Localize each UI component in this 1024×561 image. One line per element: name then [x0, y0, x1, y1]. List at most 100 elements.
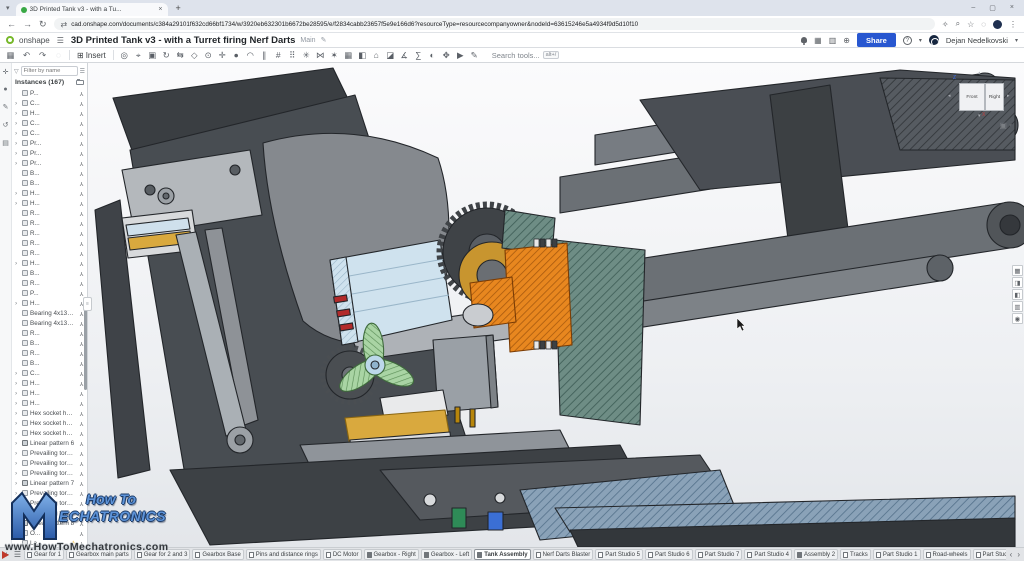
add-tab-button[interactable]: +	[2, 550, 11, 559]
close-button[interactable]: ×	[1010, 4, 1014, 12]
expand-chevron-icon[interactable]	[15, 509, 20, 518]
help-icon[interactable]: ?	[903, 36, 912, 45]
snap-mode-icon[interactable]: #	[272, 50, 285, 60]
transform-icon[interactable]: ✥	[440, 50, 453, 61]
instance-row[interactable]: Pr...	[12, 138, 87, 148]
list-view-icon[interactable]: ☰	[80, 68, 85, 75]
bom-panel-icon[interactable]: ▦	[1012, 265, 1023, 276]
document-tab[interactable]: Part Studio 7	[695, 549, 743, 560]
mirror-icon[interactable]: ⋈	[314, 50, 327, 61]
document-tab[interactable]: Part Studio 5	[595, 549, 643, 560]
pin-slot-mate-icon[interactable]: ✛	[216, 50, 229, 61]
document-tab[interactable]: Nerf Darts Blaster	[533, 549, 594, 560]
share-button[interactable]: Share	[857, 33, 896, 47]
mate-icon[interactable]: ◎	[118, 50, 131, 61]
comment-tool-icon[interactable]: ✎	[468, 50, 481, 61]
rotate-down-icon[interactable]: ▾	[978, 113, 981, 119]
document-tab[interactable]: Assembly 2	[794, 549, 838, 560]
tab-close-icon[interactable]: ×	[158, 6, 162, 13]
expand-chevron-icon[interactable]	[15, 419, 20, 428]
instance-row[interactable]: La...	[12, 538, 87, 547]
forward-icon[interactable]: →	[23, 19, 32, 29]
instance-row[interactable]: B...	[12, 268, 87, 278]
onshape-logo-icon[interactable]	[6, 36, 14, 44]
versions-history-icon[interactable]: ↺	[3, 121, 9, 129]
instance-row[interactable]: Hex socket head ca...	[12, 408, 87, 418]
maximize-button[interactable]: ▢	[989, 4, 996, 12]
section-view-icon[interactable]: ◪	[384, 50, 397, 61]
expand-chevron-icon[interactable]	[15, 519, 20, 528]
mate-connector-icon[interactable]	[78, 460, 85, 466]
mate-connector-icon[interactable]: ⌖	[132, 50, 145, 61]
expand-chevron-icon[interactable]	[15, 489, 20, 498]
mate-connector-icon[interactable]	[78, 90, 85, 96]
rotate-right-icon[interactable]: ▸	[1007, 93, 1010, 99]
instance-row[interactable]: H...	[12, 108, 87, 118]
search-icon[interactable]: ⌕	[956, 19, 960, 29]
mate-connector-icon[interactable]	[78, 170, 85, 176]
tab-scroll-left-icon[interactable]: ‹	[1010, 550, 1013, 559]
document-tab[interactable]: Gear for 1	[24, 549, 64, 560]
expand-chevron-icon[interactable]	[15, 299, 20, 308]
expand-chevron-icon[interactable]	[15, 119, 20, 128]
mate-connector-icon[interactable]	[78, 200, 85, 206]
instance-row[interactable]: Hex socket head ca...	[12, 418, 87, 428]
home-cube-icon[interactable]: ▣	[999, 121, 1007, 130]
mate-connector-icon[interactable]	[78, 490, 85, 496]
instances-panel-icon[interactable]: ✛	[3, 68, 9, 76]
instance-row[interactable]: Prevailing torque n...	[12, 458, 87, 468]
workspace-name[interactable]: Main	[300, 37, 315, 44]
document-tab[interactable]: Road-wheels	[923, 549, 971, 560]
appearance-panel-icon[interactable]: ◨	[1012, 277, 1023, 288]
insert-button[interactable]: ⊞ Insert	[74, 51, 109, 60]
instance-row[interactable]: P...	[12, 88, 87, 98]
help-caret-icon[interactable]: ▾	[919, 37, 922, 44]
tangent-mate-icon[interactable]: ◠	[244, 50, 257, 61]
configurations-panel-icon[interactable]: ▥	[1012, 301, 1023, 312]
instance-row[interactable]: H...	[12, 258, 87, 268]
document-tab[interactable]: Gearbox - Left	[421, 549, 472, 560]
tab-search-icon[interactable]: ▾	[0, 4, 16, 12]
instance-row[interactable]: H...	[12, 388, 87, 398]
expand-chevron-icon[interactable]	[15, 479, 20, 488]
mate-connector-icon[interactable]	[78, 450, 85, 456]
mate-connector-icon[interactable]	[78, 270, 85, 276]
document-menu-icon[interactable]: ☰	[55, 36, 66, 45]
mate-connector-icon[interactable]	[78, 510, 85, 516]
instance-row[interactable]: B...	[12, 178, 87, 188]
expand-chevron-icon[interactable]	[15, 439, 20, 448]
expand-chevron-icon[interactable]	[15, 139, 20, 148]
instance-row[interactable]: Prevailing torque n...	[12, 488, 87, 498]
new-tab-button[interactable]: +	[168, 3, 189, 13]
rename-pencil-icon[interactable]: ✎	[321, 36, 327, 44]
expand-chevron-icon[interactable]	[15, 189, 20, 198]
user-avatar[interactable]	[929, 35, 939, 45]
expand-chevron-icon[interactable]	[15, 149, 20, 158]
mate-connector-icon[interactable]	[78, 400, 85, 406]
filter-funnel-icon[interactable]: ▽	[14, 68, 19, 75]
expand-chevron-icon[interactable]	[15, 259, 20, 268]
snapshot-icon[interactable]: ▦	[342, 50, 355, 61]
expand-chevron-icon[interactable]	[15, 159, 20, 168]
browser-menu-icon[interactable]: ⋮	[1009, 20, 1017, 29]
mate-connector-icon[interactable]	[78, 110, 85, 116]
mate-connector-icon[interactable]	[78, 180, 85, 186]
circular-pattern-icon[interactable]: ✳	[300, 50, 313, 61]
instance-row[interactable]: C...	[12, 98, 87, 108]
instance-row[interactable]: P...	[12, 288, 87, 298]
mate-connector-icon[interactable]	[78, 220, 85, 226]
expand-chevron-icon[interactable]	[15, 449, 20, 458]
expand-chevron-icon[interactable]	[15, 109, 20, 118]
instance-row[interactable]: R...	[12, 208, 87, 218]
display-states-panel-icon[interactable]: ◧	[1012, 289, 1023, 300]
instance-row[interactable]: Pr...	[12, 158, 87, 168]
display-states-icon[interactable]: ◧	[356, 50, 369, 61]
expand-chevron-icon[interactable]	[15, 99, 20, 108]
filter-input[interactable]	[21, 66, 78, 76]
mate-connector-icon[interactable]	[78, 540, 85, 546]
mate-connector-icon[interactable]	[78, 210, 85, 216]
browser-tab[interactable]: 3D Printed Tank v3 - with a Tu... ×	[16, 3, 168, 16]
mate-connector-icon[interactable]	[78, 150, 85, 156]
instance-row[interactable]: B...	[12, 338, 87, 348]
document-tab[interactable]: Gearbox Base	[192, 549, 243, 560]
